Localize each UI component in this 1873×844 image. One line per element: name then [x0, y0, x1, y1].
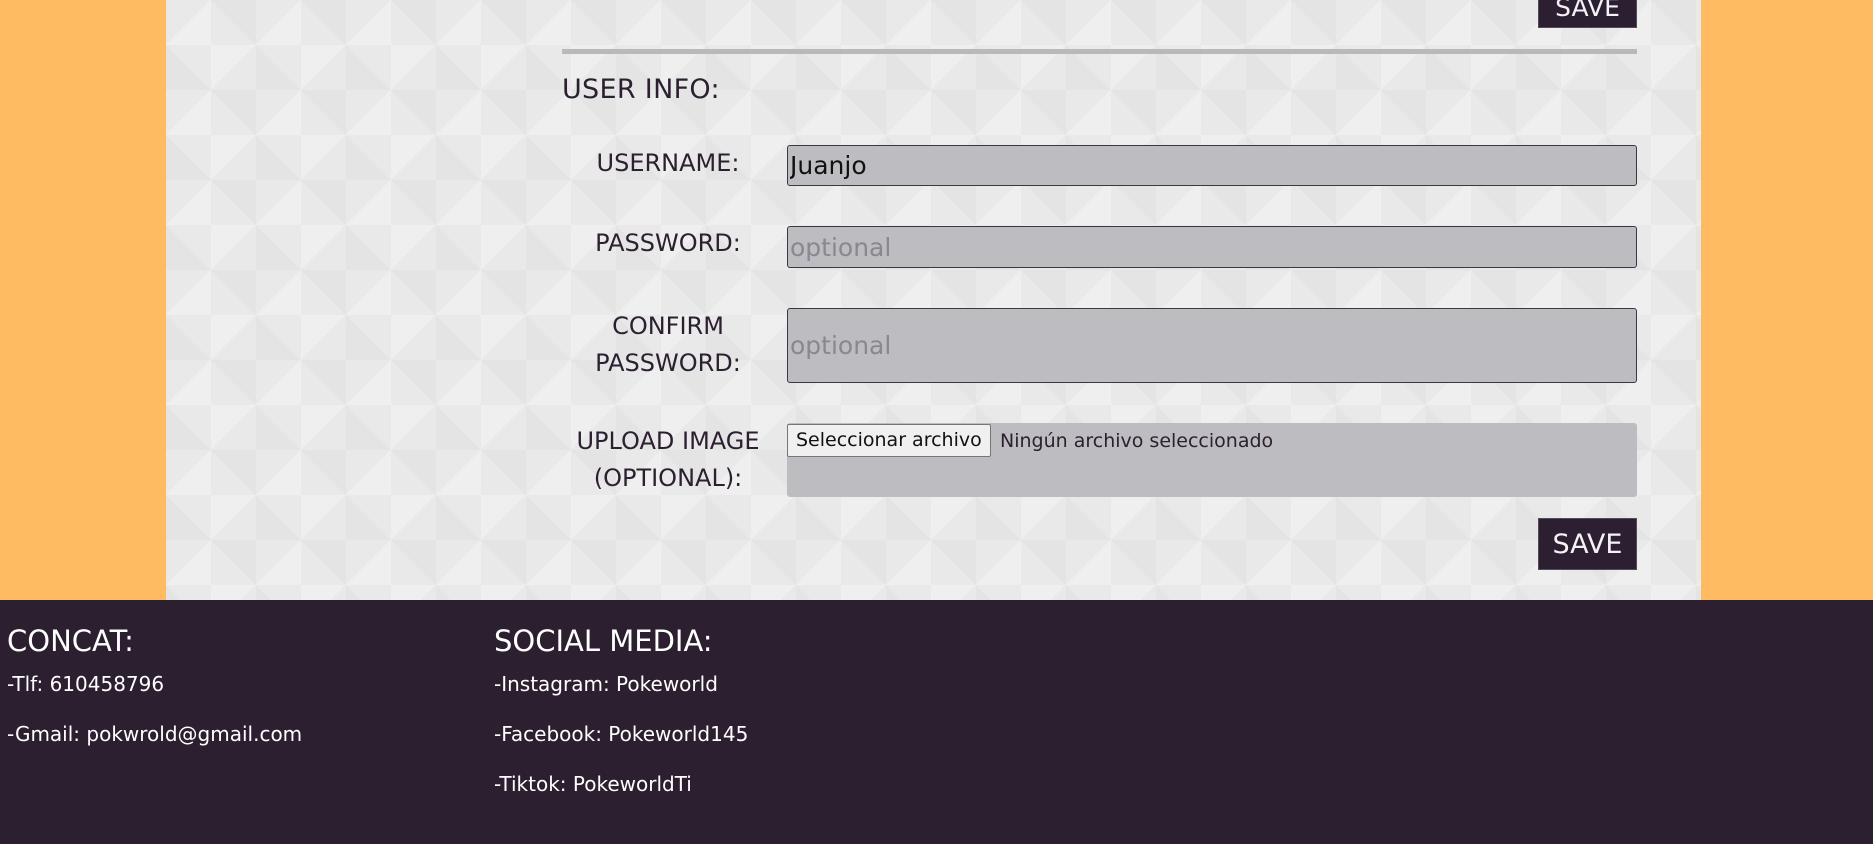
- save-button[interactable]: SAVE: [1538, 518, 1637, 570]
- choose-file-button[interactable]: Seleccionar archivo: [787, 424, 991, 457]
- social-instagram: -Instagram: Pokeworld: [494, 672, 718, 696]
- social-facebook: -Facebook: Pokeworld145: [494, 722, 749, 746]
- user-info-heading: USER INFO:: [562, 74, 720, 105]
- site-footer: CONCAT: -Tlf: 610458796 -Gmail: pokwrold…: [0, 600, 1873, 844]
- upload-image-label: UPLOAD IMAGE (OPTIONAL):: [576, 427, 760, 492]
- username-label: USERNAME:: [596, 149, 740, 177]
- password-label: PASSWORD:: [595, 229, 741, 257]
- confirm-password-label: CONFIRM PASSWORD:: [595, 312, 741, 377]
- social-tiktok: -Tiktok: PokeworldTi: [494, 772, 692, 796]
- contact-email: -Gmail: pokwrold@gmail.com: [7, 722, 303, 746]
- edit-profile-panel: SAVE USER INFO: USERNAME: PASSWORD: CONF…: [166, 0, 1701, 600]
- top-save-button[interactable]: SAVE: [1538, 0, 1637, 28]
- file-status-text: Ningún archivo seleccionado: [1000, 430, 1274, 452]
- contact-heading: CONCAT:: [7, 624, 134, 658]
- contact-phone: -Tlf: 610458796: [7, 672, 165, 696]
- file-upload-field[interactable]: Seleccionar archivo Ningún archivo selec…: [787, 423, 1637, 497]
- social-media-section: SOCIAL MEDIA: -Instagram: Pokeworld -Fac…: [494, 621, 748, 820]
- contact-section: CONCAT: -Tlf: 610458796 -Gmail: pokwrold…: [7, 621, 302, 770]
- password-input[interactable]: [787, 226, 1637, 268]
- social-media-heading: SOCIAL MEDIA:: [494, 624, 713, 658]
- section-divider: [562, 49, 1637, 54]
- confirm-password-input[interactable]: [787, 308, 1637, 383]
- username-input[interactable]: [787, 145, 1637, 186]
